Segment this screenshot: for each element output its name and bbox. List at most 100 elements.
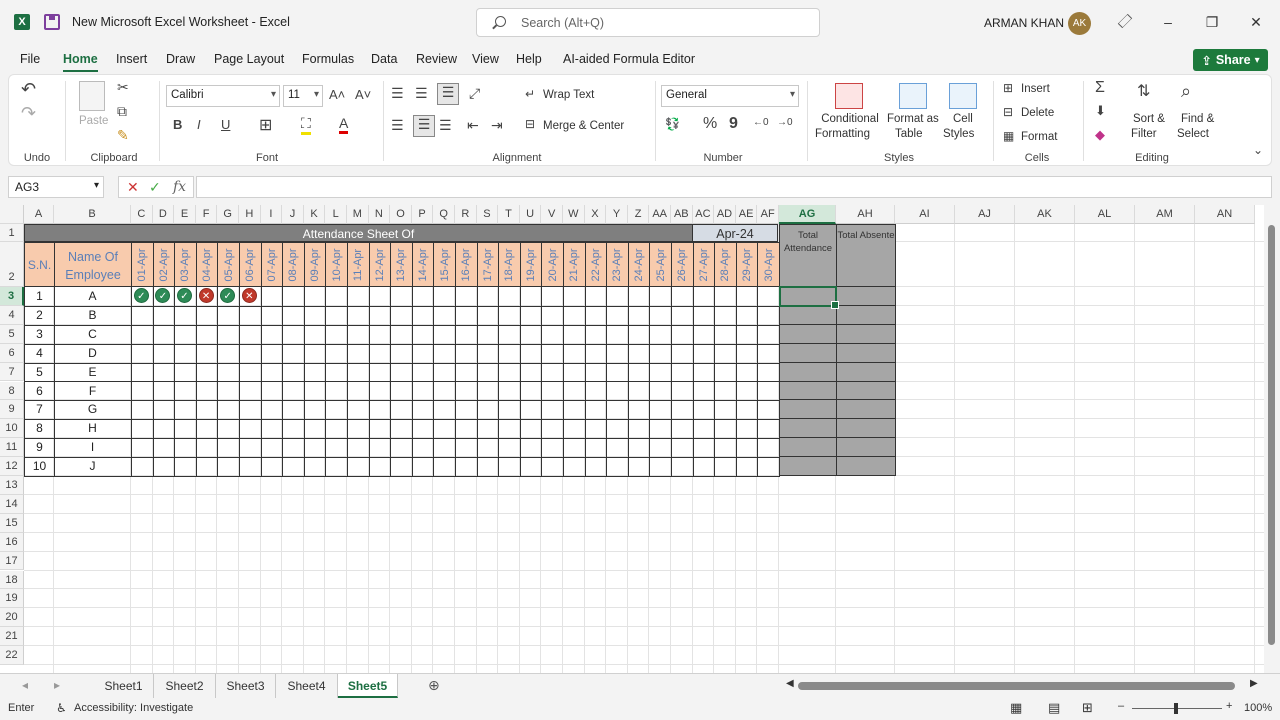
- attendance-cell[interactable]: [649, 381, 672, 402]
- date-header[interactable]: 18-Apr: [498, 242, 521, 287]
- attendance-cell[interactable]: [325, 438, 348, 459]
- column-header-q[interactable]: Q: [433, 205, 455, 224]
- sn-cell[interactable]: 1: [24, 287, 55, 307]
- attendance-cell[interactable]: [282, 419, 305, 440]
- attendance-cell[interactable]: [757, 324, 780, 345]
- attendance-cell[interactable]: [606, 362, 629, 383]
- column-header-i[interactable]: I: [260, 205, 283, 224]
- cell-styles-line2[interactable]: Styles: [943, 128, 974, 140]
- attendance-cell[interactable]: [131, 381, 154, 402]
- clear-icon[interactable]: ◆: [1095, 127, 1105, 143]
- conditional-formatting-line1[interactable]: Conditional: [819, 113, 881, 125]
- attendance-cell[interactable]: [519, 400, 543, 421]
- attendance-cell[interactable]: [217, 305, 240, 326]
- minimize-button[interactable]: –: [1158, 12, 1178, 32]
- prev-sheet-icon[interactable]: ◂: [22, 678, 28, 692]
- undo-icon[interactable]: ↶: [21, 79, 36, 100]
- attendance-cell[interactable]: [347, 343, 370, 364]
- fill-icon[interactable]: ⬇: [1095, 103, 1106, 119]
- attendance-cell[interactable]: [260, 381, 284, 402]
- attendance-cell[interactable]: [325, 362, 348, 383]
- attendance-cell[interactable]: [735, 381, 759, 402]
- attendance-cell[interactable]: [606, 287, 629, 307]
- attendance-cell[interactable]: [390, 324, 413, 345]
- row-header-11[interactable]: 11: [0, 438, 24, 458]
- column-header-a[interactable]: A: [24, 205, 54, 224]
- column-header-ae[interactable]: AE: [735, 205, 758, 224]
- attendance-cell[interactable]: [692, 343, 716, 364]
- attendance-cell[interactable]: [627, 305, 651, 326]
- insert-cells-icon[interactable]: ⊞: [1003, 81, 1013, 95]
- date-header[interactable]: 17-Apr: [476, 242, 500, 287]
- attendance-cell[interactable]: [303, 381, 327, 402]
- attendance-cell[interactable]: [303, 287, 327, 307]
- tab-file[interactable]: File: [20, 52, 40, 66]
- attendance-cell[interactable]: [757, 381, 780, 402]
- attendance-cell[interactable]: [411, 381, 435, 402]
- attendance-cell[interactable]: [325, 400, 348, 421]
- sn-cell[interactable]: 6: [24, 381, 55, 402]
- wrap-text-icon[interactable]: ↵: [525, 87, 535, 101]
- sheet-tab-sheet2[interactable]: Sheet2: [154, 674, 216, 698]
- zoom-out-icon[interactable]: –: [1118, 700, 1124, 712]
- user-name[interactable]: ARMAN KHAN: [984, 16, 1064, 30]
- next-sheet-icon[interactable]: ▸: [54, 678, 60, 692]
- tab-insert[interactable]: Insert: [116, 52, 147, 66]
- add-sheet-icon[interactable]: ⊕: [428, 677, 440, 694]
- attendance-cell[interactable]: [347, 287, 370, 307]
- column-header-h[interactable]: H: [239, 205, 261, 224]
- attendance-cell[interactable]: [260, 324, 284, 345]
- attendance-cell[interactable]: [131, 419, 154, 440]
- tab-data[interactable]: Data: [371, 52, 397, 66]
- employee-name-cell[interactable]: I: [54, 438, 132, 459]
- enter-icon[interactable]: ✓: [149, 179, 161, 196]
- pen-icon[interactable]: [1117, 13, 1133, 29]
- cut-icon[interactable]: ✂: [117, 79, 129, 96]
- attendance-cell[interactable]: [606, 457, 629, 477]
- attendance-cell[interactable]: [757, 400, 780, 421]
- employee-name-cell[interactable]: G: [54, 400, 132, 421]
- attendance-cell[interactable]: [131, 438, 154, 459]
- row-header-19[interactable]: 19: [0, 589, 24, 609]
- tab-draw[interactable]: Draw: [166, 52, 195, 66]
- attendance-cell[interactable]: [519, 419, 543, 440]
- date-header[interactable]: 23-Apr: [606, 242, 629, 287]
- attendance-cell[interactable]: [239, 343, 262, 364]
- attendance-cell[interactable]: [239, 457, 262, 477]
- conditional-formatting-icon[interactable]: [835, 83, 863, 109]
- attendance-cell[interactable]: [671, 381, 694, 402]
- attendance-cell[interactable]: [692, 381, 716, 402]
- attendance-cell[interactable]: [303, 419, 327, 440]
- total-attendance-header[interactable]: Total Attendance: [779, 224, 837, 287]
- column-header-ah[interactable]: AH: [836, 205, 895, 224]
- attendance-cell[interactable]: [195, 381, 219, 402]
- attendance-cell[interactable]: ✓: [174, 287, 197, 307]
- name-box[interactable]: AG3: [8, 176, 104, 198]
- date-header[interactable]: 14-Apr: [411, 242, 435, 287]
- attendance-cell[interactable]: [195, 343, 219, 364]
- attendance-cell[interactable]: [455, 343, 478, 364]
- attendance-cell[interactable]: [368, 419, 392, 440]
- attendance-cell[interactable]: [325, 305, 348, 326]
- date-header[interactable]: 07-Apr: [260, 242, 284, 287]
- cell-styles-line1[interactable]: Cell: [953, 113, 973, 125]
- attendance-cell[interactable]: [563, 457, 586, 477]
- column-header-af[interactable]: AF: [757, 205, 779, 224]
- attendance-cell[interactable]: [563, 438, 586, 459]
- attendance-cell[interactable]: [131, 343, 154, 364]
- row-header-16[interactable]: 16: [0, 532, 24, 552]
- attendance-cell[interactable]: ✕: [195, 287, 219, 307]
- attendance-cell[interactable]: [303, 400, 327, 421]
- attendance-cell[interactable]: [152, 381, 176, 402]
- attendance-cell[interactable]: [411, 287, 435, 307]
- underline-icon[interactable]: U: [221, 117, 230, 132]
- attendance-cell[interactable]: [195, 362, 219, 383]
- employee-name-cell[interactable]: D: [54, 343, 132, 364]
- format-as-table-line1[interactable]: Format as: [887, 113, 939, 125]
- sn-cell[interactable]: 3: [24, 324, 55, 345]
- row-header-15[interactable]: 15: [0, 513, 24, 533]
- date-header[interactable]: 01-Apr: [131, 242, 154, 287]
- formula-input[interactable]: [196, 176, 1272, 198]
- attendance-cell[interactable]: [563, 419, 586, 440]
- attendance-cell[interactable]: [347, 457, 370, 477]
